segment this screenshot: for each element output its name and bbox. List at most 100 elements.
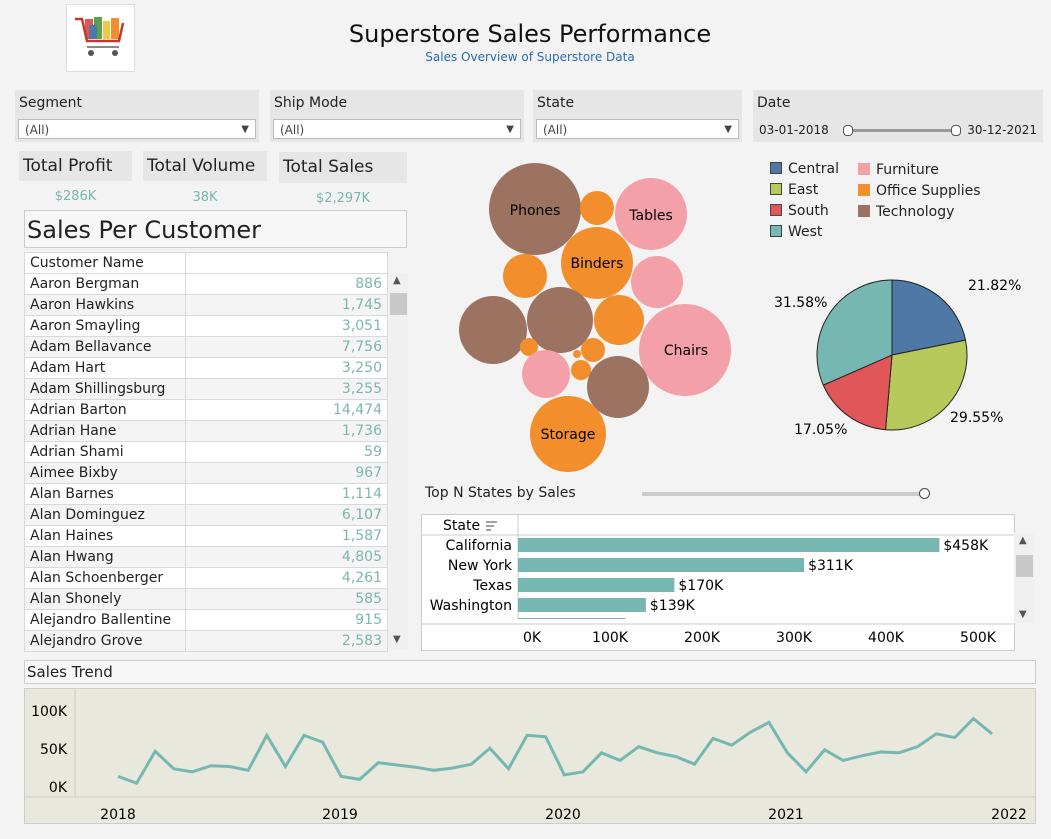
bar-california[interactable] [518,538,940,552]
table-row[interactable]: Adrian Shami 59 [24,441,388,463]
bubble-label-binders: Binders [571,256,624,272]
total-profit-value: $286K [54,189,97,204]
pie-label-west: 31.58% [774,295,827,311]
bubble-office-supplies[interactable] [580,191,614,225]
sales-per-customer-title: Sales Per Customer [24,210,407,248]
bar-category-label: California [446,538,512,554]
bubble-office-supplies[interactable] [594,295,644,345]
customer-sales: 7,756 [185,336,388,358]
table-row[interactable]: Adam Shillingsburg 3,255 [24,378,388,400]
bubble-technology[interactable] [459,296,527,364]
customer-sales: 6,107 [185,504,388,526]
total-sales-label: Total Sales [279,152,407,183]
store-logo [66,4,135,72]
customer-name-header[interactable]: Customer Name [24,252,186,274]
customer-sales: 3,250 [185,357,388,379]
bubble-office-supplies[interactable] [573,350,581,358]
table-row[interactable]: Alejandro Grove 2,583 [24,630,388,652]
table-row[interactable]: Alan Haines 1,587 [24,525,388,547]
legend-swatch [770,225,782,237]
legend-item-furniture[interactable]: Furniture [858,160,1018,181]
customer-name: Aaron Smayling [24,315,186,337]
customer-name: Alan Dominguez [24,504,186,526]
legend-label: West [788,224,823,240]
scrollbar-thumb[interactable] [1016,555,1033,577]
scroll-down-icon[interactable]: ▼ [393,634,401,645]
bubble-office-supplies[interactable] [571,360,591,380]
legend-item-east[interactable]: East [770,180,850,201]
customer-name: Alan Haines [24,525,186,547]
legend-item-office-supplies[interactable]: Office Supplies [858,181,1018,202]
table-row[interactable]: Aimee Bixby 967 [24,462,388,484]
date-start-handle[interactable] [843,125,853,136]
trend-x-tick: 2020 [545,807,581,823]
table-row[interactable]: Alejandro Ballentine 915 [24,609,388,631]
ship-mode-filter-label: Ship Mode [274,95,348,111]
legend-swatch [858,163,870,175]
customer-name: Adrian Hane [24,420,186,442]
scroll-up-icon[interactable]: ▲ [1019,535,1027,546]
sort-icon[interactable] [486,521,497,531]
bubble-label-storage: Storage [541,427,596,443]
table-row[interactable]: Adam Bellavance 7,756 [24,336,388,358]
table-row[interactable]: Aaron Bergman 886 [24,273,388,295]
sales-trend-chart: 100K 50K 0K 2018 2019 2020 2021 2022 [24,688,1036,824]
bar-texas[interactable] [518,578,675,592]
date-slider-track[interactable] [847,129,955,132]
scroll-down-icon[interactable]: ▼ [1019,609,1027,620]
table-row[interactable]: Aaron Smayling 3,051 [24,315,388,337]
customer-sales: 1,114 [185,483,388,505]
ship-mode-dropdown[interactable]: (All) ▼ [273,119,521,139]
bubble-office-supplies[interactable] [581,338,605,362]
state-chart-scrollbar[interactable]: ▲ ▼ [1014,533,1034,623]
trend-y-tick: 0K [49,780,68,796]
table-row[interactable]: Alan Schoenberger 4,261 [24,567,388,589]
bar-value-label: $170K [678,578,724,594]
legend-swatch [770,204,782,216]
state-column-header: State [443,518,480,534]
customer-sales: 886 [185,273,388,295]
table-row[interactable]: Aaron Hawkins 1,745 [24,294,388,316]
scrollbar-thumb[interactable] [390,293,407,315]
bar-new-york[interactable] [518,558,805,572]
top-n-slider-track[interactable] [642,492,924,496]
table-row[interactable]: Adam Hart 3,250 [24,357,388,379]
bubble-furniture[interactable] [631,256,683,308]
state-dropdown[interactable]: (All) ▼ [536,119,739,139]
trend-chart-svg: 100K 50K 0K 2018 2019 2020 2021 2022 [25,689,1035,823]
customer-name: Adrian Barton [24,399,186,421]
bubble-furniture[interactable] [522,350,570,398]
table-row[interactable]: Alan Hwang 4,805 [24,546,388,568]
customer-name: Alejandro Grove [24,630,186,652]
trend-x-tick: 2018 [100,807,136,823]
sales-trend-line[interactable] [117,716,993,786]
table-row[interactable]: Alan Barnes 1,114 [24,483,388,505]
date-range-slider[interactable]: 03-01-2018 30-12-2021 [759,120,1037,140]
legend-item-south[interactable]: South [770,201,850,222]
customer-name: Alan Hwang [24,546,186,568]
legend-item-central[interactable]: Central [770,159,850,180]
legend-label: Office Supplies [876,183,981,199]
bar-x-tick: 400K [868,630,905,646]
state-value: (All) [543,123,568,137]
customer-sales: 2,583 [185,630,388,652]
bar-x-tick: 0K [523,630,542,646]
category-legend: Furniture Office Supplies Technology [858,160,1018,223]
table-row[interactable]: Alan Dominguez 6,107 [24,504,388,526]
customer-table-scrollbar[interactable]: ▲ ▼ [389,273,408,649]
legend-item-technology[interactable]: Technology [858,202,1018,223]
table-row[interactable]: Adrian Barton 14,474 [24,399,388,421]
legend-label: Furniture [876,162,939,178]
table-row[interactable]: Adrian Hane 1,736 [24,420,388,442]
date-filter: Date 03-01-2018 30-12-2021 [753,90,1043,142]
bar-washington[interactable] [518,598,646,612]
chevron-down-icon: ▼ [506,124,514,135]
scroll-up-icon[interactable]: ▲ [393,275,401,286]
date-end-handle[interactable] [951,125,961,136]
top-n-slider-handle[interactable] [919,488,930,499]
legend-item-west[interactable]: West [770,222,850,243]
bubble-office-supplies[interactable] [503,254,547,298]
table-row[interactable]: Alan Shonely 585 [24,588,388,610]
segment-dropdown[interactable]: (All) ▼ [18,119,256,139]
customer-name: Aaron Hawkins [24,294,186,316]
